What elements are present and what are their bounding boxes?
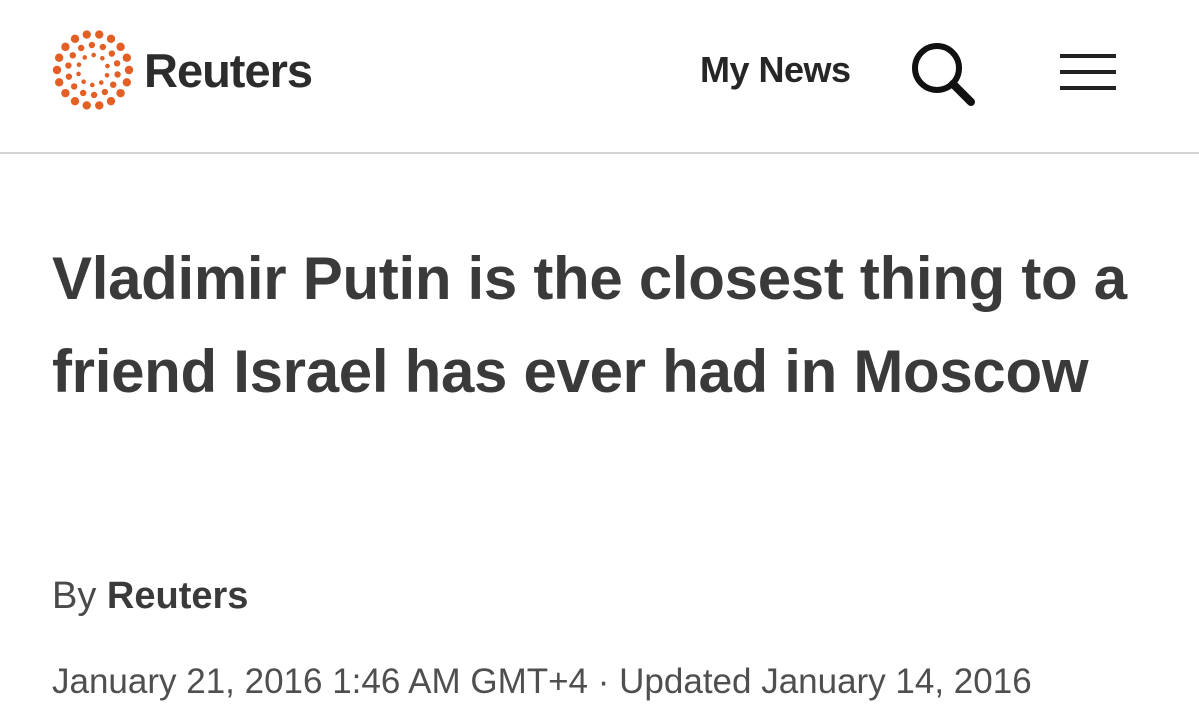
- byline: By Reuters: [52, 570, 248, 622]
- logo-dot: [70, 34, 80, 44]
- logo-dot: [91, 52, 96, 58]
- logo-dot: [76, 71, 81, 77]
- logo-dot: [82, 101, 91, 110]
- logo-dot: [101, 88, 109, 96]
- article-dateline: January 21, 2016 1:46 AM GMT+4 · Updated…: [52, 656, 1032, 708]
- logo-dot: [76, 62, 82, 68]
- logo-dot: [65, 62, 72, 69]
- logo-dot: [81, 79, 86, 85]
- logo-dot: [116, 88, 125, 98]
- logo-dot: [77, 44, 85, 52]
- logo-dot: [122, 53, 132, 62]
- logo-dot: [99, 43, 107, 51]
- search-icon: [912, 43, 975, 106]
- logo-dot: [113, 60, 121, 67]
- logo-dot: [54, 78, 64, 87]
- published-date: January 21, 2016 1:46 AM GMT+4: [52, 662, 589, 701]
- logo-dot: [110, 81, 117, 88]
- logo-dot: [114, 71, 121, 78]
- logo-dot: [105, 63, 110, 69]
- logo-dot: [100, 55, 105, 61]
- logo-dot: [116, 42, 125, 52]
- logo-dot: [90, 82, 95, 88]
- logo-dot: [108, 50, 116, 57]
- date-separator: ·: [597, 662, 610, 701]
- updated-date: Updated January 14, 2016: [619, 662, 1032, 701]
- logo-dot: [90, 91, 98, 99]
- brand-name: Reuters: [144, 43, 313, 97]
- logo-dot: [82, 55, 88, 60]
- logo-dot: [95, 101, 104, 110]
- logo-dot: [65, 73, 73, 80]
- site-header: Reuters My News: [0, 0, 1199, 154]
- logo-dot: [79, 89, 87, 97]
- logo-dot: [88, 41, 96, 49]
- logo-dot: [95, 30, 104, 39]
- hamburger-menu-icon: [1060, 54, 1116, 90]
- article-headline: Vladimir Putin is the closest thing to a…: [52, 245, 1127, 405]
- logo-dot: [61, 42, 70, 52]
- logo-dot: [70, 83, 78, 90]
- byline-prefix: By: [52, 575, 97, 617]
- logo-dot: [106, 96, 116, 106]
- reuters-logo-icon: [52, 30, 134, 110]
- reuters-logo[interactable]: Reuters: [50, 27, 313, 113]
- search-button[interactable]: [907, 38, 981, 110]
- logo-dot: [54, 53, 64, 62]
- logo-dot: [70, 96, 80, 106]
- author-link[interactable]: Reuters: [107, 575, 249, 617]
- logo-dot: [104, 72, 110, 78]
- logo-dot: [52, 65, 62, 75]
- menu-button[interactable]: [1058, 50, 1118, 94]
- logo-dot: [106, 34, 116, 44]
- logo-dot: [122, 78, 132, 87]
- logo-dot: [82, 30, 91, 39]
- logo-dot: [98, 80, 104, 85]
- logo-dot: [61, 88, 70, 98]
- logo-dot: [69, 52, 76, 59]
- my-news-link[interactable]: My News: [700, 48, 851, 92]
- logo-dot: [124, 65, 134, 75]
